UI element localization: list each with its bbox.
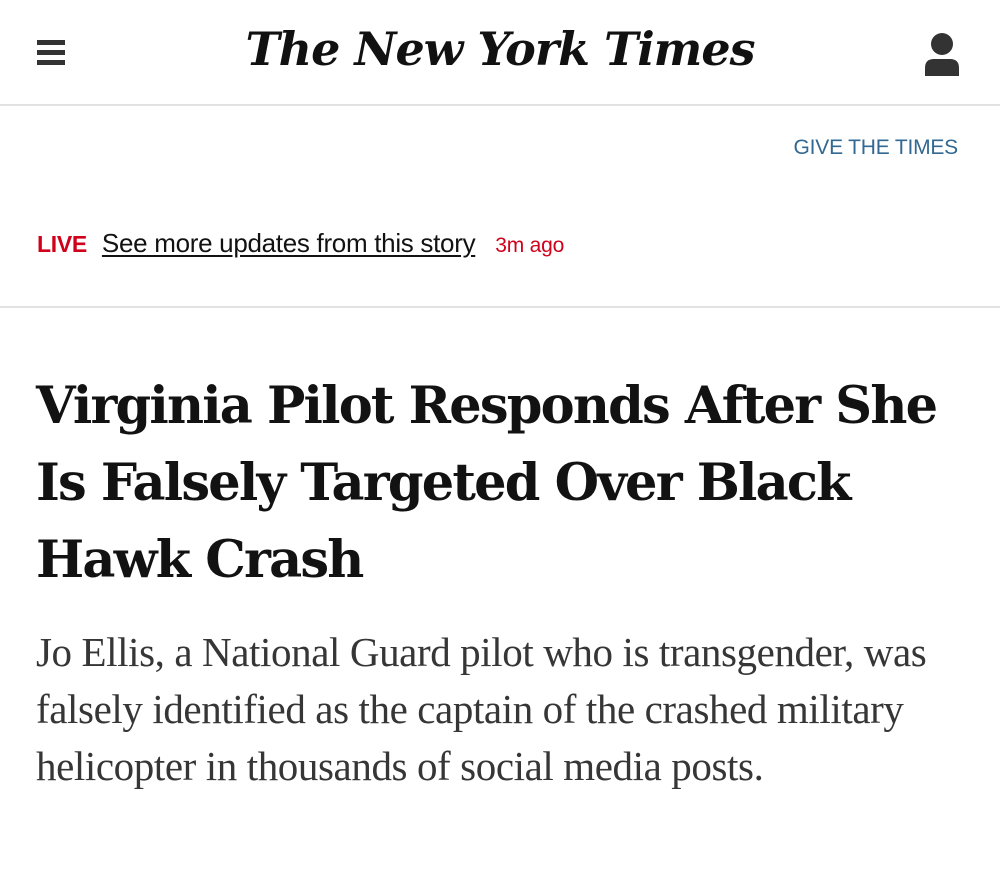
masthead: The New York Times bbox=[0, 0, 1000, 106]
nyt-logo[interactable]: The New York Times bbox=[0, 22, 1000, 77]
live-timestamp: 3m ago bbox=[495, 234, 565, 257]
user-account-icon[interactable] bbox=[924, 32, 960, 78]
live-updates-bar: LIVE See more updates from this story 3m… bbox=[37, 228, 564, 264]
live-badge: LIVE bbox=[37, 231, 87, 257]
section-divider bbox=[0, 306, 1000, 308]
article-summary: Jo Ellis, a National Guard pilot who is … bbox=[36, 629, 927, 789]
live-updates-link[interactable]: See more updates from this story bbox=[102, 228, 476, 259]
give-the-times-link[interactable]: GIVE THE TIMES bbox=[794, 136, 959, 160]
article-headline: Virginia Pilot Responds After She Is Fal… bbox=[36, 376, 938, 590]
